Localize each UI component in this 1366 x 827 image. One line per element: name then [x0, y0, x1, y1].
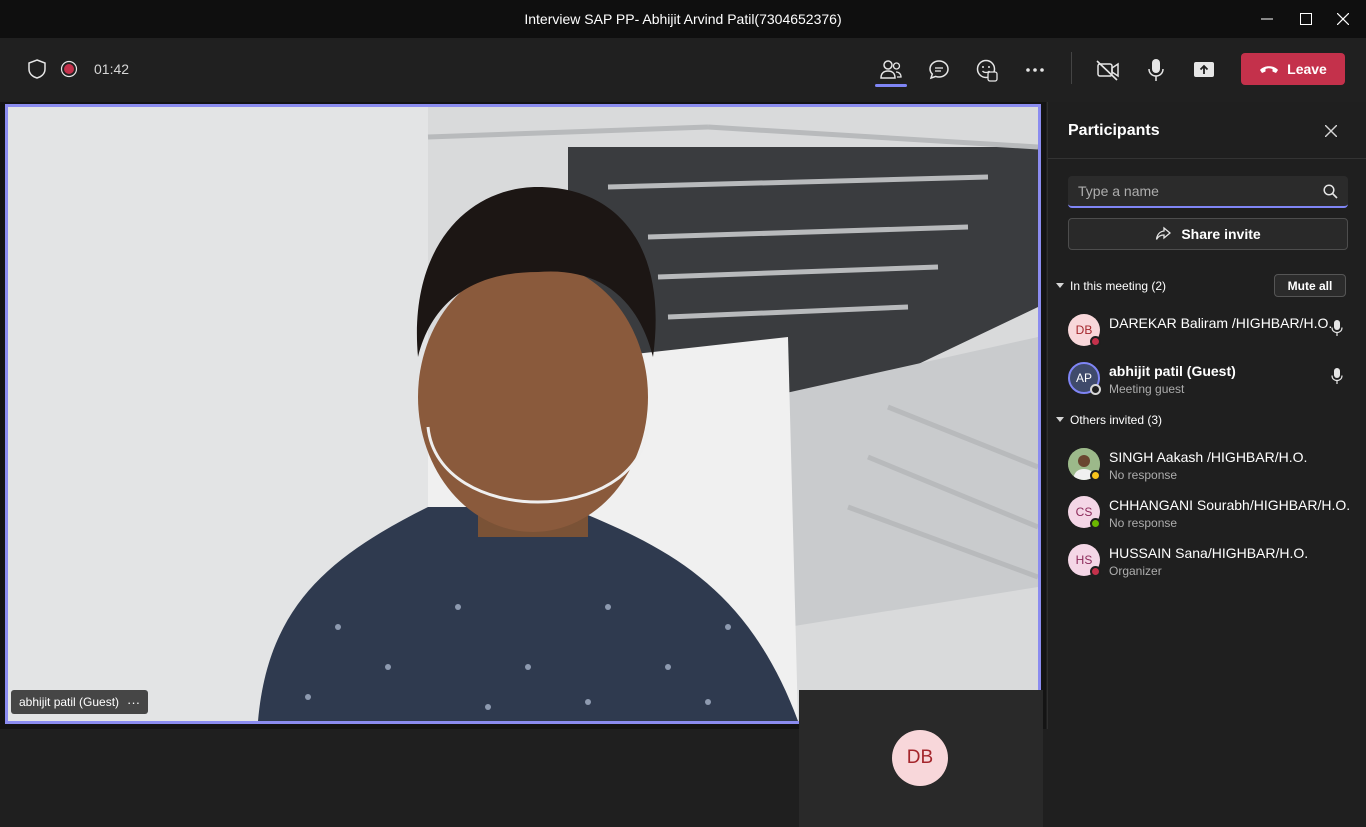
- participant-name: abhijit patil (Guest): [1109, 363, 1236, 379]
- chevron-down-icon: [1056, 283, 1064, 288]
- share-invite-label: Share invite: [1181, 226, 1261, 242]
- video-stage: DB: [0, 102, 1046, 827]
- more-options-icon[interactable]: ···: [127, 695, 140, 710]
- search-input[interactable]: [1078, 183, 1308, 199]
- participant-name: HUSSAIN Sana/HIGHBAR/H.O.: [1109, 545, 1309, 561]
- presence-available-icon: [1090, 518, 1101, 529]
- participants-button[interactable]: [875, 54, 907, 86]
- participant-name: SINGH Aakash /HIGHBAR/H.O.: [1109, 449, 1308, 465]
- participant-subtitle: No response: [1109, 468, 1178, 482]
- participant-video-feed: [8, 107, 1038, 721]
- leave-label: Leave: [1287, 61, 1327, 77]
- mute-all-button[interactable]: Mute all: [1274, 274, 1346, 297]
- participant-subtitle: Organizer: [1109, 564, 1162, 578]
- people-icon: [880, 60, 902, 79]
- share-screen-icon: [1194, 62, 1214, 77]
- microphone-toggle-button[interactable]: [1140, 54, 1172, 86]
- hang-up-icon: [1260, 66, 1279, 73]
- participant-row[interactable]: AP abhijit patil (Guest) Meeting guest: [1068, 358, 1358, 398]
- maximize-icon: [1300, 13, 1312, 25]
- close-window-button[interactable]: [1320, 0, 1366, 38]
- share-icon: [1156, 226, 1172, 240]
- search-icon[interactable]: [1323, 184, 1338, 199]
- meeting-toolbar: 01:42 Leave: [0, 38, 1366, 102]
- participant-subtitle: No response: [1109, 516, 1178, 530]
- presence-busy-icon: [1090, 566, 1101, 577]
- close-icon: [1325, 125, 1337, 137]
- participant-row[interactable]: CS CHHANGANI Sourabh/HIGHBAR/H.O. No res…: [1068, 492, 1358, 532]
- more-actions-button[interactable]: [1019, 54, 1051, 86]
- window-title: Interview SAP PP- Abhijit Arvind Patil(7…: [524, 11, 842, 27]
- microphone-icon[interactable]: [1331, 368, 1343, 385]
- participant-row[interactable]: SINGH Aakash /HIGHBAR/H.O. No response: [1068, 444, 1358, 484]
- participant-search[interactable]: [1068, 176, 1348, 208]
- minimize-icon: [1261, 18, 1273, 20]
- participants-panel: Participants Share invite In this meetin…: [1047, 102, 1366, 729]
- presence-away-icon: [1090, 470, 1101, 481]
- panel-divider: [1048, 158, 1366, 159]
- meeting-timer: 01:42: [94, 61, 130, 77]
- main-video-name-tag[interactable]: abhijit patil (Guest) ···: [11, 690, 149, 714]
- participant-row[interactable]: DB DAREKAR Baliram /HIGHBAR/H.O.: [1068, 310, 1358, 350]
- close-icon: [1337, 13, 1349, 25]
- toolbar-separator: [1071, 52, 1072, 84]
- panel-title: Participants: [1068, 122, 1160, 139]
- close-panel-button[interactable]: [1320, 120, 1342, 142]
- reactions-button[interactable]: [971, 54, 1003, 86]
- others-invited-section-header[interactable]: Others invited (3): [1056, 413, 1162, 427]
- participants-active-indicator: [875, 84, 907, 87]
- recording-icon: [60, 60, 78, 78]
- others-invited-label: Others invited (3): [1070, 413, 1163, 427]
- camera-toggle-button[interactable]: [1092, 54, 1124, 86]
- microphone-icon: [1148, 59, 1164, 81]
- shield-icon[interactable]: [26, 58, 48, 80]
- share-content-button[interactable]: [1188, 54, 1220, 86]
- secondary-video-tile[interactable]: DB: [799, 690, 1043, 827]
- participant-name: CHHANGANI Sourabh/HIGHBAR/H.O.: [1109, 497, 1351, 513]
- main-video-name: abhijit patil (Guest): [19, 695, 120, 709]
- chat-button[interactable]: [923, 54, 955, 86]
- reactions-icon: [976, 59, 998, 82]
- in-meeting-label: In this meeting (2): [1070, 279, 1167, 293]
- leave-button[interactable]: Leave: [1241, 53, 1345, 85]
- more-icon: [1026, 68, 1044, 72]
- main-video-tile[interactable]: [5, 104, 1041, 724]
- participant-name: DAREKAR Baliram /HIGHBAR/H.O.: [1109, 315, 1333, 331]
- participant-subtitle: Meeting guest: [1109, 382, 1185, 396]
- chevron-down-icon: [1056, 417, 1064, 422]
- title-bar: Interview SAP PP- Abhijit Arvind Patil(7…: [0, 0, 1366, 38]
- camera-off-icon: [1096, 60, 1119, 81]
- avatar: DB: [892, 730, 948, 786]
- presence-busy-icon: [1090, 336, 1101, 347]
- chat-icon: [929, 60, 949, 80]
- share-invite-button[interactable]: Share invite: [1068, 218, 1348, 250]
- presence-offline-icon: [1090, 384, 1101, 395]
- microphone-icon[interactable]: [1331, 320, 1343, 337]
- in-meeting-section-header[interactable]: In this meeting (2): [1056, 279, 1166, 293]
- meeting-info: 01:42: [26, 58, 129, 80]
- participant-row[interactable]: HS HUSSAIN Sana/HIGHBAR/H.O. Organizer: [1068, 540, 1358, 580]
